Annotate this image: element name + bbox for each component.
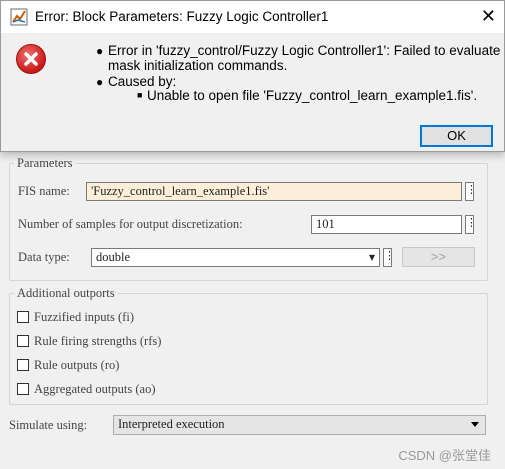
simulate-select[interactable]: Interpreted execution xyxy=(113,415,486,435)
simulate-value: Interpreted execution xyxy=(118,417,225,431)
dropdown-arrow-icon xyxy=(471,422,479,427)
ok-button[interactable]: OK xyxy=(420,125,493,147)
rfs-label: Rule firing strengths (rfs) xyxy=(34,334,162,348)
fis-name-field[interactable]: 'Fuzzy_control_learn_example1.fis' xyxy=(86,182,462,201)
additional-outports-legend: Additional outports xyxy=(14,286,118,301)
error-title: Error: Block Parameters: Fuzzy Logic Con… xyxy=(35,9,329,24)
error-message-line-1: Error in 'fuzzy_control/Fuzzy Logic Cont… xyxy=(108,43,501,58)
rfs-checkbox[interactable] xyxy=(17,335,29,347)
close-icon[interactable]: ✕ xyxy=(481,6,496,27)
data-type-assistant-button[interactable]: >> xyxy=(402,247,475,267)
ro-label: Rule outputs (ro) xyxy=(34,358,120,372)
matlab-app-icon xyxy=(10,8,28,26)
fis-name-options-icon[interactable]: ⋮ xyxy=(465,182,477,201)
samples-label: Number of samples for output discretizat… xyxy=(18,217,243,231)
error-x-icon xyxy=(24,52,38,66)
fi-label: Fuzzified inputs (fi) xyxy=(34,310,134,324)
error-dialog: Error: Block Parameters: Fuzzy Logic Con… xyxy=(0,0,505,152)
fis-name-label: FIS name: xyxy=(18,184,70,198)
ro-checkbox[interactable] xyxy=(17,359,29,371)
caused-by-label: Caused by: xyxy=(108,74,177,89)
ao-checkbox[interactable] xyxy=(17,383,29,395)
data-type-select[interactable]: double ▾ xyxy=(91,248,380,267)
bullet-2: ● xyxy=(96,75,104,89)
watermark: CSDN @张堂佳 xyxy=(398,448,491,463)
ao-label: Aggregated outputs (ao) xyxy=(34,382,156,396)
parameters-legend: Parameters xyxy=(14,156,76,171)
bullet-3: ■ xyxy=(137,90,143,100)
error-icon xyxy=(16,44,46,74)
samples-options-icon[interactable]: ⋮ xyxy=(465,215,477,234)
bullet-1: ● xyxy=(96,44,104,58)
samples-field[interactable]: 101 xyxy=(311,215,462,234)
cause-message: Unable to open file 'Fuzzy_control_learn… xyxy=(147,88,478,103)
data-type-value: double xyxy=(96,250,131,264)
data-type-options-icon[interactable]: ⋮ xyxy=(383,248,395,267)
fi-checkbox[interactable] xyxy=(17,311,29,323)
data-type-label: Data type: xyxy=(18,250,70,264)
simulate-label: Simulate using: xyxy=(9,418,88,432)
error-titlebar: Error: Block Parameters: Fuzzy Logic Con… xyxy=(1,1,504,33)
error-message-line-2: mask initialization commands. xyxy=(108,58,288,73)
chevron-down-icon: ▾ xyxy=(368,250,375,264)
